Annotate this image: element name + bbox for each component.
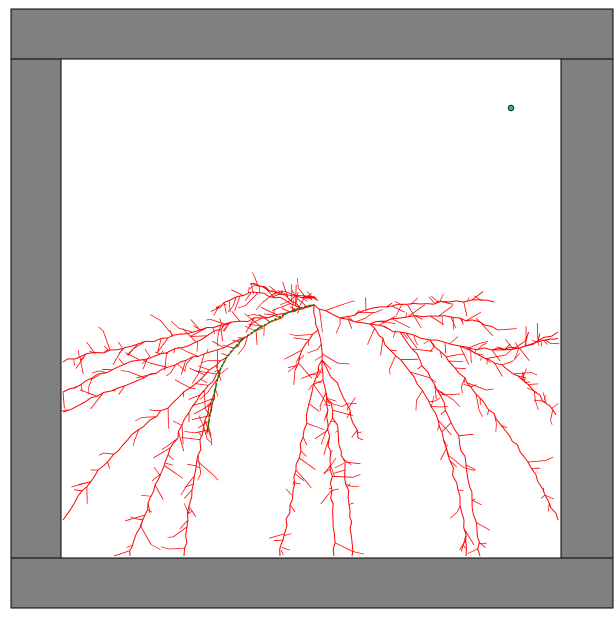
path-waypoint	[225, 357, 227, 359]
path-waypoint	[308, 305, 311, 307]
path-waypoint	[207, 424, 210, 427]
tree-edge	[427, 303, 434, 305]
path-waypoint	[313, 304, 315, 306]
path-waypoint	[299, 307, 301, 309]
path-waypoint	[210, 408, 212, 411]
path-waypoint	[206, 428, 209, 431]
path-waypoint	[236, 343, 239, 346]
path-waypoint	[239, 340, 242, 343]
path-waypoint	[215, 385, 217, 387]
path-waypoint	[219, 369, 221, 371]
path-waypoint	[294, 309, 296, 311]
tree-edge	[438, 315, 445, 317]
tree-edge	[400, 358, 419, 361]
tree-edge	[250, 283, 255, 285]
tree-edge	[440, 300, 449, 303]
path-waypoint	[251, 331, 253, 334]
path-waypoint	[243, 337, 245, 339]
tree-edge	[147, 502, 149, 510]
left-wall	[10, 58, 62, 559]
path-waypoint	[274, 318, 276, 321]
tree-edge	[269, 290, 277, 293]
path-waypoint	[211, 403, 213, 405]
bottom-wall	[10, 557, 614, 609]
path-waypoint	[269, 321, 271, 323]
tree-edge	[274, 296, 281, 299]
path-waypoint	[221, 365, 223, 367]
tree-edge	[453, 317, 461, 319]
tree-edge	[257, 285, 266, 288]
tree-edge	[472, 348, 478, 351]
path-waypoint	[230, 350, 233, 353]
tree-edge	[347, 490, 350, 498]
path-waypoint	[217, 374, 220, 377]
path-waypoint	[264, 323, 267, 326]
tree-edge	[349, 409, 352, 417]
tree-edge	[177, 431, 179, 439]
tree-edge	[101, 368, 113, 371]
path-waypoint	[284, 313, 286, 315]
path-waypoint	[216, 379, 219, 382]
path-waypoint	[214, 389, 216, 392]
path-waypoint	[209, 414, 211, 417]
tree-edge	[422, 315, 431, 318]
tree-edge	[305, 416, 308, 424]
tree-edge	[188, 508, 190, 513]
path-waypoint	[213, 394, 215, 396]
tree-edge	[214, 329, 222, 331]
tree-edge	[337, 429, 339, 438]
tree-edge	[332, 504, 334, 512]
path-waypoint	[212, 398, 214, 401]
top-wall	[10, 8, 614, 60]
tree-edge	[337, 425, 339, 431]
path-waypoint	[259, 326, 262, 329]
tree-edge	[430, 406, 442, 408]
tree-edge	[457, 489, 464, 491]
path-waypoint	[255, 329, 257, 331]
goal-marker	[507, 104, 515, 112]
tree-edge	[183, 547, 185, 557]
path-waypoint	[223, 361, 225, 363]
tree-edge	[299, 444, 302, 451]
tree-edge	[465, 548, 467, 557]
tree-edge	[291, 490, 294, 500]
right-wall	[560, 58, 614, 559]
tree-edge	[413, 302, 421, 305]
tree-edge	[263, 325, 265, 337]
path-waypoint	[289, 311, 291, 313]
path-waypoint	[247, 334, 249, 337]
tree-edge	[186, 512, 189, 521]
tree-edge	[356, 429, 359, 439]
path-waypoint	[303, 306, 306, 308]
path-waypoint	[279, 315, 281, 318]
planner-canvas	[0, 0, 616, 617]
tree-edge	[347, 497, 350, 503]
path-waypoint	[208, 420, 210, 422]
workspace-background	[0, 0, 616, 617]
path-waypoint	[227, 353, 230, 356]
path-waypoint	[233, 347, 235, 349]
